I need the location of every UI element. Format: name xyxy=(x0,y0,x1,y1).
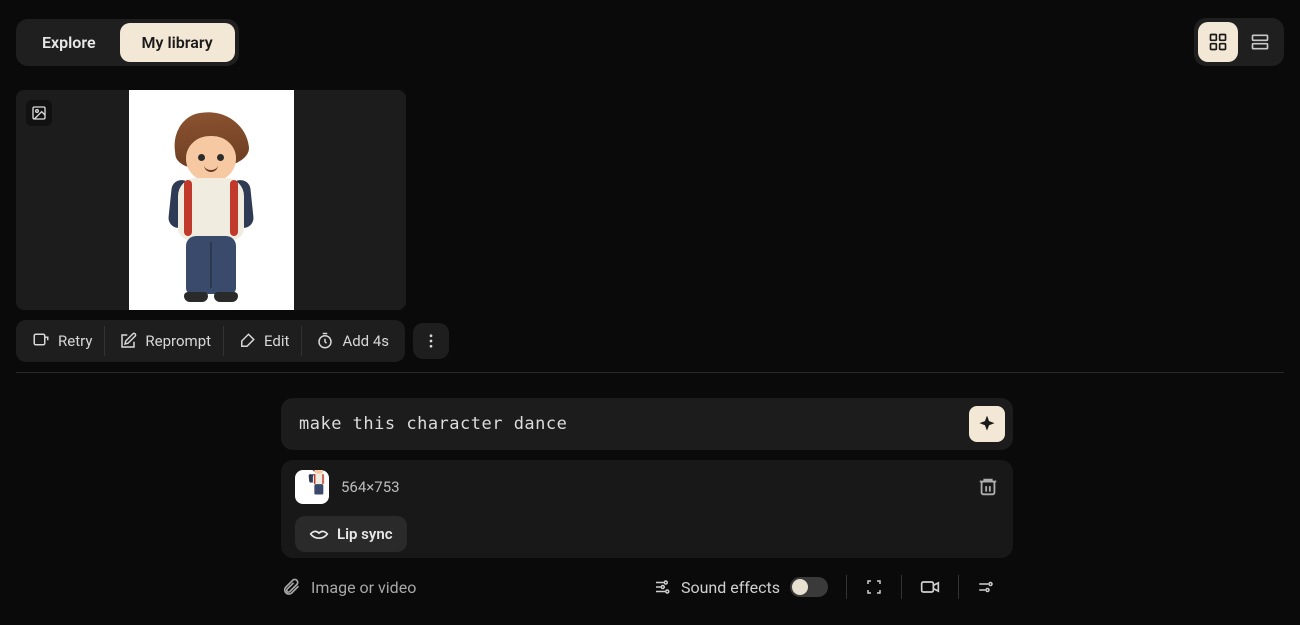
view-list-button[interactable] xyxy=(1240,22,1280,62)
nav-tabs: Explore My library xyxy=(16,19,239,66)
more-actions-button[interactable] xyxy=(413,323,449,359)
retry-icon xyxy=(32,332,50,350)
retry-button[interactable]: Retry xyxy=(20,326,105,356)
library-item-thumbnail xyxy=(129,90,294,310)
prompt-box: make this character dance xyxy=(281,398,1013,450)
brush-icon xyxy=(238,332,256,350)
reprompt-label: Reprompt xyxy=(145,332,211,350)
character-illustration xyxy=(156,112,266,302)
section-divider xyxy=(16,372,1284,373)
video-settings-button[interactable] xyxy=(901,575,958,599)
attach-media-button[interactable]: Image or video xyxy=(281,577,416,597)
grid-icon xyxy=(1208,32,1228,52)
delete-attachment-button[interactable] xyxy=(977,476,999,498)
expand-icon xyxy=(865,578,883,596)
tab-my-library[interactable]: My library xyxy=(120,23,235,62)
composer-toolbar: Image or video Sound effects xyxy=(281,575,1013,599)
paperclip-icon xyxy=(281,577,301,597)
image-icon xyxy=(31,105,47,121)
options-button[interactable] xyxy=(958,575,1013,599)
library-item[interactable] xyxy=(16,90,406,310)
tab-explore[interactable]: Explore xyxy=(20,23,118,62)
attachment-dimensions: 564×753 xyxy=(341,478,400,496)
video-camera-icon xyxy=(920,577,940,597)
lips-icon xyxy=(309,524,329,544)
view-switch xyxy=(1194,18,1284,66)
attachment-thumbnail[interactable] xyxy=(295,470,329,504)
timer-icon xyxy=(316,332,334,350)
image-type-badge xyxy=(26,100,52,126)
sparkle-icon xyxy=(977,414,997,434)
attach-media-label: Image or video xyxy=(311,578,416,597)
item-actions: Retry Reprompt Edit Add 4s xyxy=(16,320,405,362)
aspect-ratio-button[interactable] xyxy=(846,575,901,599)
prompt-input[interactable]: make this character dance xyxy=(299,414,969,434)
add-4s-label: Add 4s xyxy=(342,332,389,350)
sound-effects-switch[interactable] xyxy=(790,577,828,597)
add-4s-button[interactable]: Add 4s xyxy=(304,326,401,356)
more-vertical-icon xyxy=(422,332,440,350)
lip-sync-label: Lip sync xyxy=(337,525,393,543)
sliders-icon xyxy=(653,578,671,596)
trash-icon xyxy=(977,476,999,498)
retry-label: Retry xyxy=(58,332,92,350)
list-icon xyxy=(1250,32,1270,52)
lip-sync-button[interactable]: Lip sync xyxy=(295,516,407,552)
attachment-panel: 564×753 Lip sync xyxy=(281,460,1013,558)
view-grid-button[interactable] xyxy=(1198,22,1238,62)
sound-effects-label: Sound effects xyxy=(681,578,780,597)
edit-note-icon xyxy=(119,332,137,350)
edit-button[interactable]: Edit xyxy=(226,326,302,356)
adjust-icon xyxy=(977,578,995,596)
edit-label: Edit xyxy=(264,332,289,350)
generate-button[interactable] xyxy=(969,406,1005,442)
reprompt-button[interactable]: Reprompt xyxy=(107,326,224,356)
sound-effects-toggle[interactable]: Sound effects xyxy=(635,575,846,599)
